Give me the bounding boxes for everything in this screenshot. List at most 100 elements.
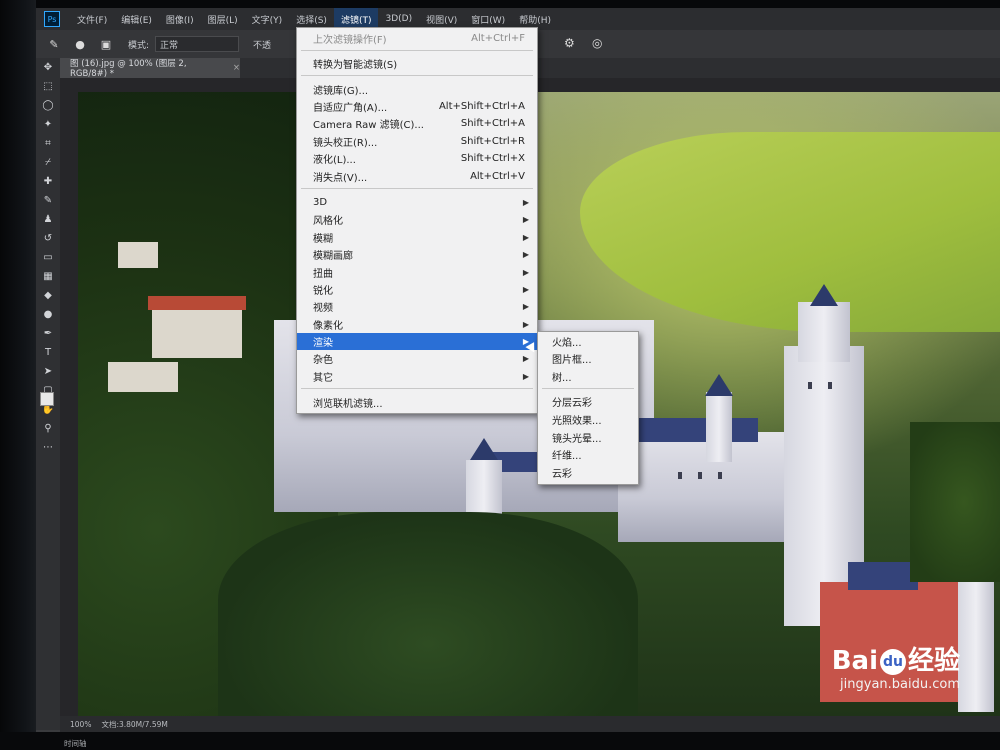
render-submenu: 火焰... 图片框... 树... 分层云彩 光照效果... 镜头光晕... 纤… xyxy=(537,331,639,485)
crop-tool-icon[interactable]: ⌗ xyxy=(36,134,60,153)
filter-menu-blur-gallery[interactable]: 模糊画廊 ▶ xyxy=(297,246,537,263)
blur-tool-icon[interactable]: ◆ xyxy=(36,286,60,305)
submenu-arrow-icon: ▶ xyxy=(522,320,529,329)
lasso-tool-icon[interactable]: ◯ xyxy=(36,96,60,115)
menu-item-label: 渲染 xyxy=(313,338,333,349)
submenu-item-label: 树... xyxy=(552,373,572,384)
filter-menu-render[interactable]: 渲染 ▶ xyxy=(297,333,537,350)
path-select-tool-icon[interactable]: ➤ xyxy=(36,362,60,381)
type-tool-icon[interactable]: T xyxy=(36,343,60,362)
zoom-tool-icon[interactable]: ⚲ xyxy=(36,419,60,438)
filter-menu-last-filter[interactable]: 上次滤镜操作(F) Alt+Ctrl+F xyxy=(297,30,537,47)
history-brush-icon[interactable]: ↺ xyxy=(36,229,60,248)
small-tower-spire xyxy=(705,374,733,396)
menu-item-shortcut: Alt+Ctrl+V xyxy=(470,171,525,182)
document-tab-title: 图 (16).jpg @ 100% (图层 2, RGB/8#) * xyxy=(70,59,187,79)
brush-tool-icon[interactable]: ✎ xyxy=(46,36,62,52)
brush-panel-icon[interactable]: ▣ xyxy=(98,36,114,52)
menu-separator xyxy=(542,388,634,389)
filter-menu-sharpen[interactable]: 锐化 ▶ xyxy=(297,281,537,298)
render-difference-clouds[interactable]: 分层云彩 xyxy=(538,393,638,410)
window xyxy=(718,472,722,479)
document-size: 文档:3.80M/7.59M xyxy=(101,719,168,729)
pen-tool-icon[interactable]: ✒ xyxy=(36,324,60,343)
menu-item-label: 锐化 xyxy=(313,286,333,297)
zoom-level[interactable]: 100% xyxy=(70,720,91,729)
watermark-logo: Bai du 经验 xyxy=(832,640,960,677)
gatehouse-tower xyxy=(958,562,994,712)
menu-item-label: 滤镜库(G)... xyxy=(313,86,369,97)
pressure-size-icon[interactable]: ◎ xyxy=(592,36,602,50)
render-lens-flare[interactable]: 镜头光晕... xyxy=(538,429,638,446)
filter-menu-stylize[interactable]: 风格化 ▶ xyxy=(297,211,537,228)
render-lighting-effects[interactable]: 光照效果... xyxy=(538,411,638,428)
eraser-tool-icon[interactable]: ▭ xyxy=(36,248,60,267)
brush-tool-side-icon[interactable]: ✎ xyxy=(36,191,60,210)
filter-menu-vanishing-point[interactable]: 消失点(V)... Alt+Ctrl+V xyxy=(297,168,537,185)
opacity-label: 不透 xyxy=(253,40,272,51)
dodge-tool-icon[interactable]: ● xyxy=(36,305,60,324)
gradient-tool-icon[interactable]: ▦ xyxy=(36,267,60,286)
menu-separator xyxy=(301,50,533,51)
eyedropper-tool-icon[interactable]: ⌿ xyxy=(36,153,60,172)
filter-menu-noise[interactable]: 杂色 ▶ xyxy=(297,350,537,367)
render-fibers[interactable]: 纤维... xyxy=(538,446,638,463)
filter-menu-browse-online[interactable]: 浏览联机滤镜... xyxy=(297,394,537,411)
filter-menu-blur[interactable]: 模糊 ▶ xyxy=(297,229,537,246)
stamp-tool-icon[interactable]: ♟ xyxy=(36,210,60,229)
menu-item-label: 上次滤镜操作(F) xyxy=(313,35,387,46)
filter-menu-camera-raw[interactable]: Camera Raw 滤镜(C)... Shift+Ctrl+A xyxy=(297,115,537,132)
marquee-tool-icon[interactable]: ⬚ xyxy=(36,77,60,96)
menu-item-label: 液化(L)... xyxy=(313,155,356,166)
menu-item-label: 模糊 xyxy=(313,234,333,245)
more-tools-icon[interactable]: ⋯ xyxy=(36,438,60,457)
submenu-arrow-icon: ▶ xyxy=(522,198,529,207)
menu-item-label: 转换为智能滤镜(S) xyxy=(313,60,398,71)
menu-item-shortcut: Alt+Ctrl+F xyxy=(471,33,525,44)
brush-preset-icon[interactable]: ● xyxy=(72,36,88,52)
white-building xyxy=(152,306,242,358)
filter-menu-3d[interactable]: 3D ▶ xyxy=(297,194,537,211)
filter-menu-adaptive-wide-angle[interactable]: 自适应广角(A)... Alt+Shift+Ctrl+A xyxy=(297,98,537,115)
castle-right-wing xyxy=(618,432,788,542)
menu-image[interactable]: 图像(I) xyxy=(159,8,201,30)
render-picture-frame[interactable]: 图片框... xyxy=(538,350,638,367)
quick-select-tool-icon[interactable]: ✦ xyxy=(36,115,60,134)
monitor-bezel-bottom xyxy=(0,732,1000,750)
menu-file[interactable]: 文件(F) xyxy=(70,8,114,30)
menu-layer[interactable]: 图层(L) xyxy=(201,8,245,30)
menu-item-label: 镜头校正(R)... xyxy=(313,138,378,149)
submenu-item-label: 光照效果... xyxy=(552,416,602,427)
mode-label: 模式: xyxy=(128,40,150,51)
healing-tool-icon[interactable]: ✚ xyxy=(36,172,60,191)
filter-menu-video[interactable]: 视频 ▶ xyxy=(297,298,537,315)
render-flame[interactable]: 火焰... xyxy=(538,333,638,350)
settings-gear-icon[interactable]: ⚙ xyxy=(564,36,575,50)
filter-menu: 上次滤镜操作(F) Alt+Ctrl+F 转换为智能滤镜(S) 滤镜库(G)..… xyxy=(296,27,538,414)
submenu-item-label: 镜头光晕... xyxy=(552,434,602,445)
submenu-arrow-icon: ▶ xyxy=(522,233,529,242)
filter-menu-gallery[interactable]: 滤镜库(G)... xyxy=(297,81,537,98)
filter-menu-convert-smart[interactable]: 转换为智能滤镜(S) xyxy=(297,55,537,72)
menu-edit[interactable]: 编辑(E) xyxy=(114,8,159,30)
filter-menu-lens-correction[interactable]: 镜头校正(R)... Shift+Ctrl+R xyxy=(297,133,537,150)
timeline-label[interactable]: 时间轴 xyxy=(64,738,87,749)
menu-type[interactable]: 文字(Y) xyxy=(245,8,290,30)
document-tab[interactable]: 图 (16).jpg @ 100% (图层 2, RGB/8#) * × xyxy=(60,58,240,79)
filter-menu-pixelate[interactable]: 像素化 ▶ xyxy=(297,316,537,333)
menu-item-label: 模糊画廊 xyxy=(313,251,353,262)
close-tab-icon[interactable]: × xyxy=(233,63,240,73)
render-clouds[interactable]: 云彩 xyxy=(538,464,638,481)
red-roof xyxy=(148,296,246,310)
photoshop-logo-icon[interactable]: Ps xyxy=(44,11,60,27)
filter-menu-other[interactable]: 其它 ▶ xyxy=(297,368,537,385)
submenu-arrow-icon: ▶ xyxy=(522,302,529,311)
mode-select[interactable]: 正常 xyxy=(155,36,240,52)
move-tool-icon[interactable]: ✥ xyxy=(36,58,60,77)
foreground-color-swatch[interactable] xyxy=(40,392,54,406)
filter-menu-distort[interactable]: 扭曲 ▶ xyxy=(297,264,537,281)
menu-item-label: 杂色 xyxy=(313,355,333,366)
menu-item-label: 其它 xyxy=(313,373,333,384)
filter-menu-liquify[interactable]: 液化(L)... Shift+Ctrl+X xyxy=(297,150,537,167)
render-tree[interactable]: 树... xyxy=(538,368,638,385)
